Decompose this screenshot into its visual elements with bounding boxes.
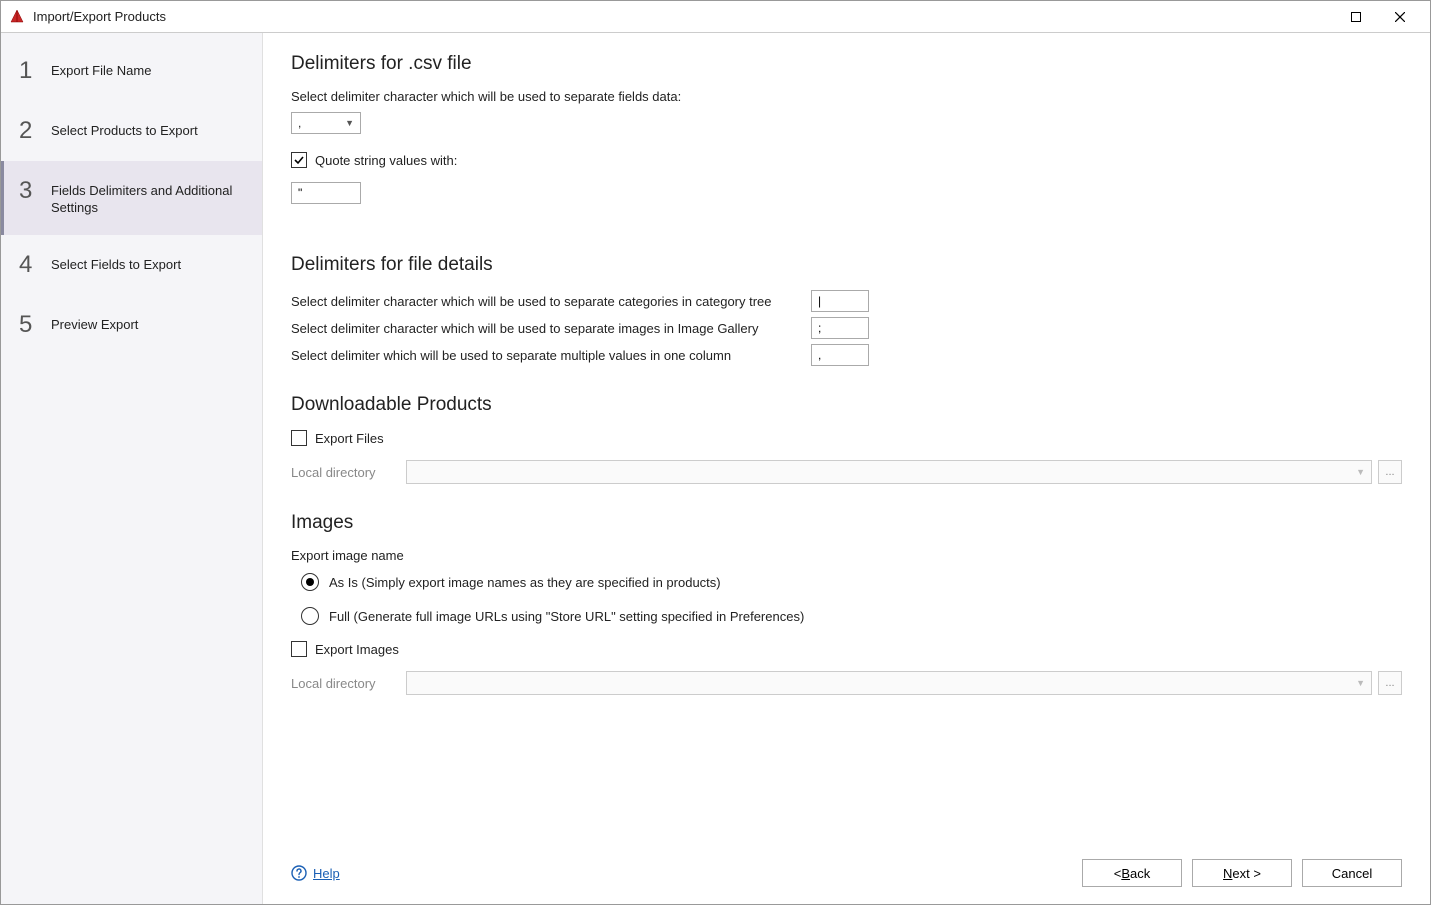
quote-strings-checkbox[interactable] xyxy=(291,152,307,168)
radio-full-label: Full (Generate full image URLs using "St… xyxy=(329,609,804,624)
wizard-main: Delimiters for .csv file Select delimite… xyxy=(263,33,1430,904)
export-files-checkbox[interactable] xyxy=(291,430,307,446)
images-local-dir-label: Local directory xyxy=(291,676,406,691)
download-local-dir-label: Local directory xyxy=(291,465,406,480)
step-number: 1 xyxy=(19,59,43,83)
wizard-content: Delimiters for .csv file Select delimite… xyxy=(263,33,1430,852)
close-icon xyxy=(1395,12,1405,22)
wizard-sidebar: 1 Export File Name 2 Select Products to … xyxy=(1,33,263,904)
step-label: Fields Delimiters and Additional Setting… xyxy=(43,179,246,217)
cat-delim-input[interactable] xyxy=(811,290,869,312)
step-5-preview-export[interactable]: 5 Preview Export xyxy=(1,295,262,355)
help-link[interactable]: Help xyxy=(291,865,340,881)
images-local-dir-combo: ▼ xyxy=(406,671,1372,695)
img-delim-input[interactable] xyxy=(811,317,869,339)
step-number: 4 xyxy=(19,253,43,277)
step-1-export-file-name[interactable]: 1 Export File Name xyxy=(1,41,262,101)
app-icon xyxy=(9,9,25,25)
close-button[interactable] xyxy=(1378,1,1422,33)
multi-delim-label: Select delimiter which will be used to s… xyxy=(291,348,811,363)
step-number: 5 xyxy=(19,313,43,337)
csv-delimiter-value: , xyxy=(298,116,301,130)
help-label: Help xyxy=(313,866,340,881)
check-icon xyxy=(293,154,305,166)
quote-char-input[interactable] xyxy=(291,182,361,204)
multi-delim-input[interactable] xyxy=(811,344,869,366)
csv-delimiter-dropdown[interactable]: , ▼ xyxy=(291,112,361,134)
step-number: 2 xyxy=(19,119,43,143)
step-label: Select Products to Export xyxy=(43,119,198,140)
next-button[interactable]: Next > xyxy=(1192,859,1292,887)
titlebar: Import/Export Products xyxy=(1,1,1430,33)
images-heading: Images xyxy=(291,512,1402,534)
step-label: Preview Export xyxy=(43,313,138,334)
step-3-fields-delimiters[interactable]: 3 Fields Delimiters and Additional Setti… xyxy=(1,161,262,235)
chevron-down-icon: ▼ xyxy=(345,118,354,128)
export-images-label: Export Images xyxy=(315,642,399,657)
export-files-label: Export Files xyxy=(315,431,384,446)
back-button[interactable]: < Back xyxy=(1082,859,1182,887)
cancel-button[interactable]: Cancel xyxy=(1302,859,1402,887)
wizard-footer: Help < Back Next > Cancel xyxy=(263,852,1430,904)
images-browse-button: ... xyxy=(1378,671,1402,695)
radio-full[interactable] xyxy=(301,607,319,625)
step-2-select-products[interactable]: 2 Select Products to Export xyxy=(1,101,262,161)
downloadable-heading: Downloadable Products xyxy=(291,394,1402,416)
help-icon xyxy=(291,865,307,881)
step-label: Select Fields to Export xyxy=(43,253,181,274)
wizard-window: Import/Export Products 1 Export File Nam… xyxy=(0,0,1431,905)
step-label: Export File Name xyxy=(43,59,151,80)
maximize-icon xyxy=(1351,12,1361,22)
download-local-dir-combo: ▼ xyxy=(406,460,1372,484)
img-delim-label: Select delimiter character which will be… xyxy=(291,321,811,336)
window-title: Import/Export Products xyxy=(33,9,1334,24)
quote-strings-label: Quote string values with: xyxy=(315,153,457,168)
details-heading: Delimiters for file details xyxy=(291,254,1402,276)
maximize-button[interactable] xyxy=(1334,1,1378,33)
radio-as-is-label: As Is (Simply export image names as they… xyxy=(329,575,721,590)
export-image-name-label: Export image name xyxy=(291,548,1402,563)
cat-delim-label: Select delimiter character which will be… xyxy=(291,294,811,309)
step-4-select-fields[interactable]: 4 Select Fields to Export xyxy=(1,235,262,295)
csv-select-label: Select delimiter character which will be… xyxy=(291,89,1402,104)
export-images-checkbox[interactable] xyxy=(291,641,307,657)
chevron-down-icon: ▼ xyxy=(1356,467,1365,477)
wizard-body: 1 Export File Name 2 Select Products to … xyxy=(1,33,1430,904)
download-browse-button: ... xyxy=(1378,460,1402,484)
chevron-down-icon: ▼ xyxy=(1356,678,1365,688)
radio-as-is[interactable] xyxy=(301,573,319,591)
csv-heading: Delimiters for .csv file xyxy=(291,53,1402,75)
step-number: 3 xyxy=(19,179,43,203)
